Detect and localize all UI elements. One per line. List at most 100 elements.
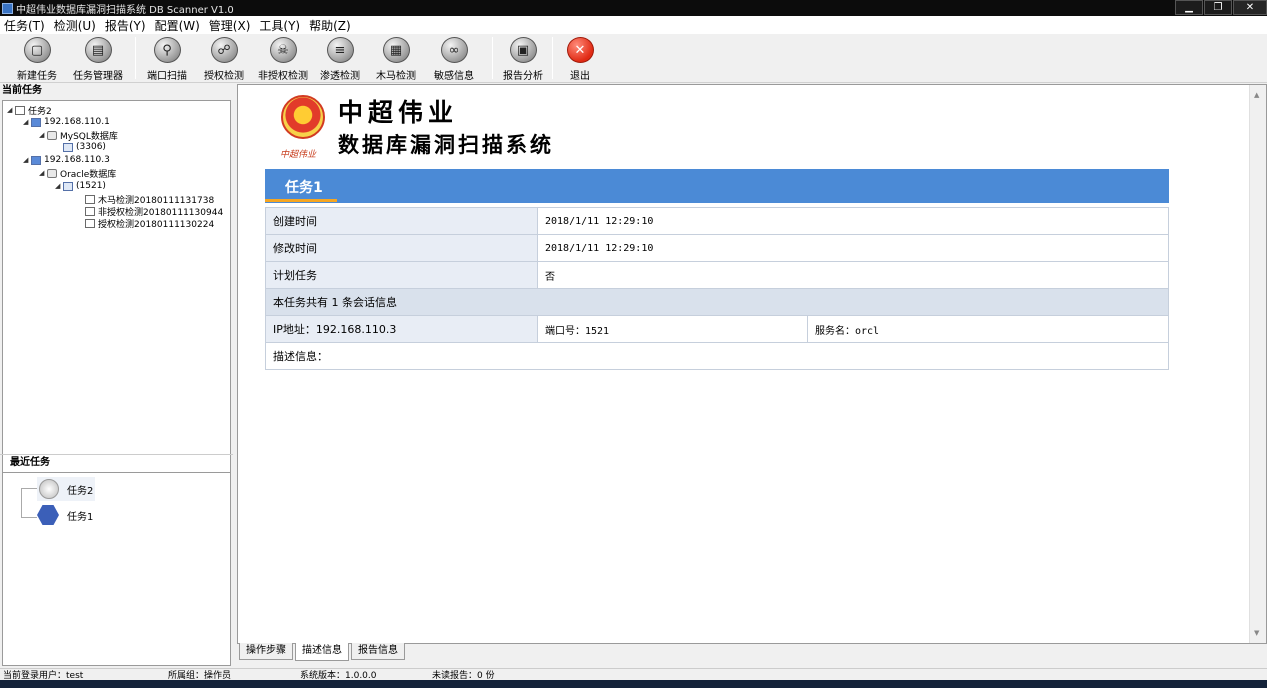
- table-row: 修改时间 2018/1/11 12:29:10: [265, 234, 1169, 262]
- task-icon: [39, 479, 59, 499]
- table-row: 计划任务 否: [265, 261, 1169, 289]
- tree-node-host[interactable]: ◢ 192.168.110.3: [23, 154, 110, 166]
- collapse-arrow-icon[interactable]: ◢: [7, 106, 15, 114]
- tree-node-label: MySQL数据库: [60, 131, 118, 142]
- new-task-icon: ▢: [23, 37, 51, 63]
- exit-button[interactable]: ✕ 退出: [558, 34, 602, 82]
- connector-line: [21, 517, 37, 518]
- close-button[interactable]: ✕: [1233, 0, 1267, 15]
- menu-task[interactable]: 任务(T): [4, 17, 45, 34]
- app-icon: [2, 2, 13, 14]
- authorized-check-button[interactable]: ☍ 授权检测: [200, 34, 248, 82]
- recent-item-task1[interactable]: 任务1: [37, 505, 93, 525]
- trojan-check-icon: ▦: [382, 37, 410, 63]
- trojan-check-button[interactable]: ▦ 木马检测: [372, 34, 420, 82]
- collapse-arrow-icon[interactable]: ◢: [23, 156, 31, 164]
- recent-item-task2[interactable]: 任务2: [37, 477, 96, 501]
- host-icon: [31, 155, 41, 165]
- unauthorized-check-button[interactable]: ☠ 非授权检测: [254, 34, 312, 82]
- report-analysis-button[interactable]: ▣ 报告分析: [499, 34, 547, 82]
- task-manager-icon: ▤: [84, 37, 112, 63]
- tab-report[interactable]: 报告信息: [351, 643, 405, 660]
- maximize-button[interactable]: ❐: [1204, 0, 1232, 15]
- task-header: 任务1: [265, 169, 1169, 203]
- window-controls: ▁ ❐ ✕: [1174, 0, 1267, 16]
- logo-caption: 中超伟业: [280, 150, 317, 160]
- tree-node-database[interactable]: ◢ Oracle数据库: [39, 167, 117, 180]
- title-bar: 中超伟业数据库漏洞扫描系统 DB Scanner V1.0 ▁ ❐ ✕: [0, 0, 1267, 16]
- tree-node-label: 授权检测20180111130224: [98, 219, 215, 230]
- modified-label: 修改时间: [265, 234, 538, 262]
- document-icon: [85, 194, 95, 204]
- host-icon: [31, 117, 41, 127]
- tree-node-label: (1521): [76, 181, 106, 191]
- minimize-button[interactable]: ▁: [1175, 0, 1203, 15]
- recent-task-list[interactable]: 任务2 任务1: [2, 472, 231, 666]
- menu-help[interactable]: 帮助(Z): [309, 17, 351, 34]
- menu-manage[interactable]: 管理(X): [209, 17, 251, 34]
- recent-item-label: 任务2: [67, 485, 94, 497]
- tab-steps[interactable]: 操作步骤: [239, 643, 293, 660]
- connector-line: [21, 488, 37, 489]
- task-icon: [15, 105, 25, 115]
- tree-node-label: Oracle数据库: [60, 169, 117, 180]
- tree-node-label: 192.168.110.3: [44, 155, 110, 165]
- collapse-arrow-icon[interactable]: ◢: [23, 118, 31, 126]
- tree-node-check[interactable]: 木马检测20180111131738: [85, 193, 214, 206]
- sensitive-info-button[interactable]: ∞ 敏感信息: [430, 34, 478, 82]
- new-task-label: 新建任务: [17, 71, 57, 82]
- company-logo: [281, 95, 325, 139]
- authorized-check-label: 授权检测: [204, 71, 244, 82]
- toolbar: ▢ 新建任务 ▤ 任务管理器 ⚲ 端口扫描 ☍ 授权检测 ☠ 非授权检测 ≡ 渗…: [0, 34, 1267, 83]
- exit-icon: ✕: [566, 37, 594, 63]
- scroll-down-icon[interactable]: ▼: [1254, 629, 1259, 637]
- menu-detect[interactable]: 检测(U): [54, 17, 96, 34]
- port-icon: [63, 181, 73, 191]
- exit-label: 退出: [570, 71, 590, 82]
- created-label: 创建时间: [265, 207, 538, 235]
- tree-node-label: 任务2: [28, 106, 52, 117]
- collapse-arrow-icon[interactable]: ◢: [39, 169, 47, 177]
- port-scan-button[interactable]: ⚲ 端口扫描: [143, 34, 191, 82]
- connector-line: [21, 488, 22, 518]
- brand-name: 中超伟业: [338, 98, 459, 127]
- document-icon: [85, 218, 95, 228]
- port-scan-icon: ⚲: [153, 37, 181, 63]
- left-pane: 当前任务 ◢ 任务2 ◢ 192.168.110.1 ◢ MySQL数据库 (3…: [0, 84, 233, 668]
- product-name: 数据库漏洞扫描系统: [338, 132, 554, 157]
- menu-report[interactable]: 报告(Y): [105, 17, 146, 34]
- document-icon: [85, 206, 95, 216]
- tab-description[interactable]: 描述信息: [295, 643, 349, 661]
- os-taskbar: [0, 680, 1267, 688]
- menu-config[interactable]: 配置(W): [155, 17, 200, 34]
- task-manager-button[interactable]: ▤ 任务管理器: [68, 34, 128, 82]
- penetration-test-button[interactable]: ≡ 渗透检测: [316, 34, 364, 82]
- task-title-underline: [265, 199, 337, 202]
- table-row: 本任务共有 1 条会话信息: [265, 288, 1169, 316]
- unauthorized-check-label: 非授权检测: [258, 71, 308, 82]
- menu-tools[interactable]: 工具(Y): [259, 17, 300, 34]
- main-content: 中超伟业 中超伟业 数据库漏洞扫描系统 任务1 创建时间 2018/1/11 1…: [237, 84, 1267, 644]
- new-task-button[interactable]: ▢ 新建任务: [12, 34, 62, 82]
- tree-node-check[interactable]: 非授权检测20180111130944: [85, 205, 223, 218]
- vertical-scrollbar[interactable]: ▲ ▼: [1249, 85, 1266, 643]
- tree-node-port[interactable]: (3306): [63, 141, 106, 153]
- recent-item-label: 任务1: [67, 511, 94, 523]
- tree-node-task[interactable]: ◢ 任务2: [7, 104, 52, 117]
- created-value: 2018/1/11 12:29:10: [537, 207, 1169, 235]
- tree-node-database[interactable]: ◢ MySQL数据库: [39, 129, 118, 142]
- scroll-up-icon[interactable]: ▲: [1254, 91, 1259, 99]
- scheduled-label: 计划任务: [265, 261, 538, 289]
- window-title: 中超伟业数据库漏洞扫描系统 DB Scanner V1.0: [16, 4, 234, 16]
- collapse-arrow-icon[interactable]: ◢: [55, 182, 63, 190]
- tree-node-label: (3306): [76, 142, 106, 152]
- sensitive-info-label: 敏感信息: [434, 71, 474, 82]
- tree-node-port[interactable]: ◢ (1521): [55, 180, 106, 192]
- report-analysis-label: 报告分析: [503, 71, 543, 82]
- report-analysis-icon: ▣: [509, 37, 537, 63]
- table-row: IP地址：192.168.110.3 端口号：1521 服务名：orcl: [265, 315, 1169, 343]
- tree-node-check[interactable]: 授权检测20180111130224: [85, 217, 215, 230]
- tree-node-host[interactable]: ◢ 192.168.110.1: [23, 116, 110, 128]
- recent-task-header: 最近任务: [0, 454, 233, 470]
- collapse-arrow-icon[interactable]: ◢: [39, 131, 47, 139]
